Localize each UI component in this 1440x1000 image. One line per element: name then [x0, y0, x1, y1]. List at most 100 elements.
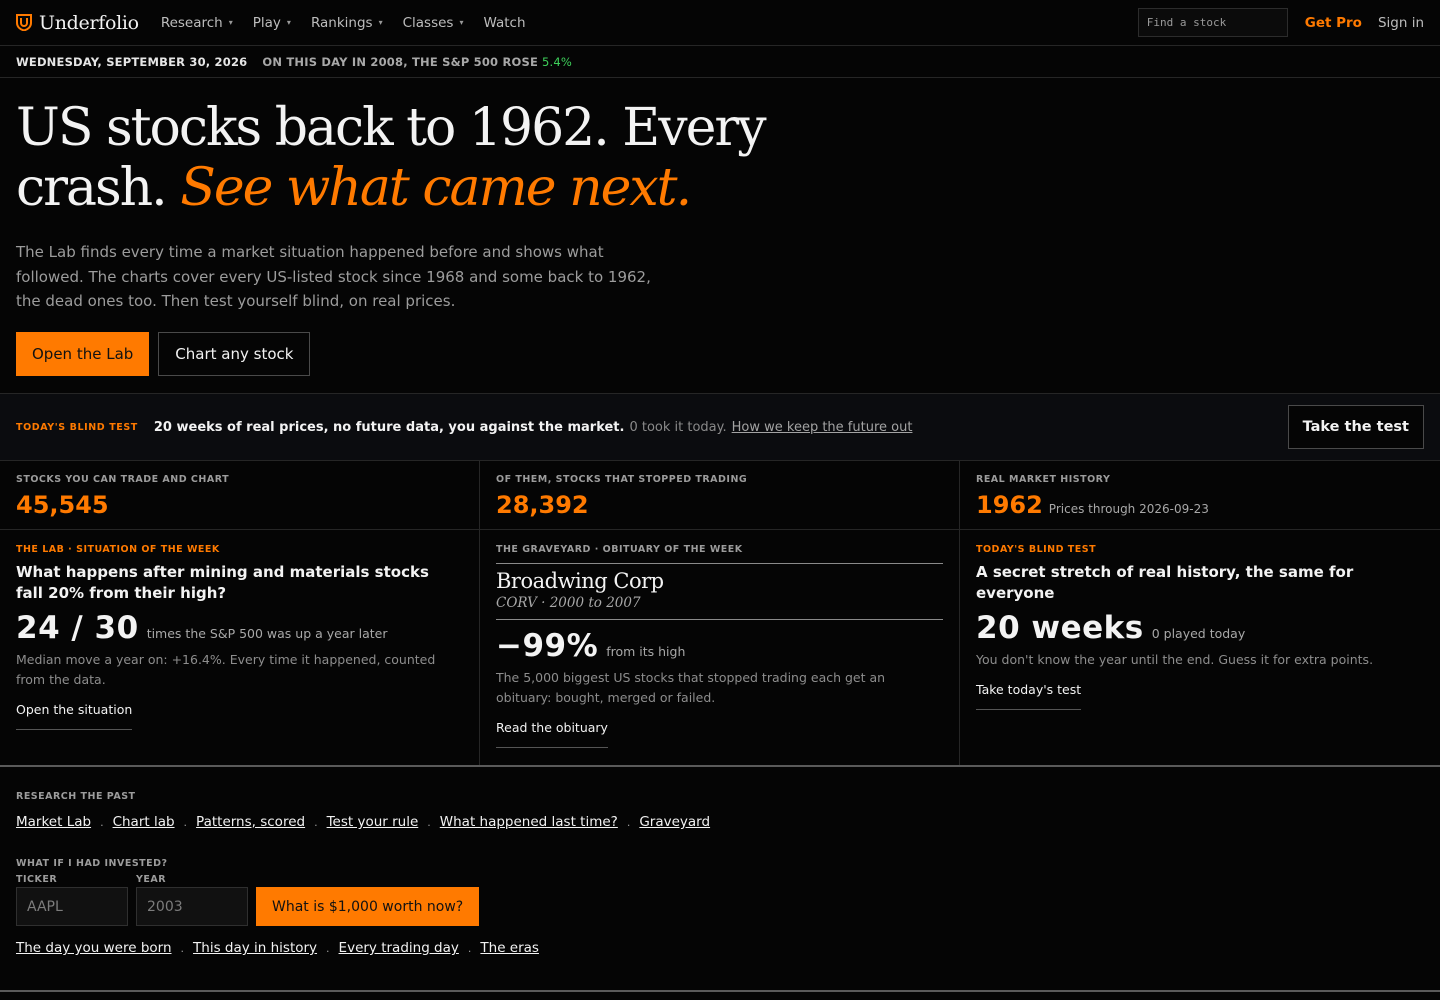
nav-actions: Get Pro Sign in: [1137, 8, 1424, 37]
shield-u-logo-icon: [16, 14, 32, 31]
this-day-in-history-link[interactable]: This day in history: [193, 940, 317, 956]
stat-label: STOCKS YOU CAN TRADE AND CHART: [16, 474, 230, 485]
feature-cards: THE LAB · SITUATION OF THE WEEK What hap…: [0, 530, 1440, 767]
year-input[interactable]: [136, 887, 248, 926]
main-menu: Research ▾ Play ▾ Rankings ▾ Classes ▾ Watch: [161, 15, 526, 31]
day-you-were-born-link[interactable]: The day you were born: [16, 940, 172, 956]
card-big-number: −99%: [496, 628, 599, 664]
separator: ·: [626, 818, 631, 832]
blind-test-bar: TODAY'S BLIND TEST 20 weeks of real pric…: [0, 394, 1440, 461]
nav-watch-label: Watch: [483, 14, 526, 31]
stat-subtext: Prices through 2026-09-23: [1048, 502, 1209, 516]
card-tag: THE GRAVEYARD · OBITUARY OF THE WEEK: [496, 544, 743, 555]
take-todays-test-link[interactable]: Take today's test: [976, 682, 1082, 710]
separator: ·: [427, 818, 431, 832]
headline-accent: See what came next.: [180, 158, 692, 218]
what-happened-last-time-link[interactable]: What happened last time?: [440, 814, 618, 830]
every-trading-day-link[interactable]: Every trading day: [339, 940, 459, 956]
separator: ·: [467, 944, 472, 958]
stat-label: OF THEM, STOCKS THAT STOPPED TRADING: [496, 474, 748, 485]
blind-test-tag: TODAY'S BLIND TEST: [16, 421, 138, 433]
chart-lab-link[interactable]: Chart lab: [113, 814, 175, 830]
caret-down-icon: ▾: [378, 18, 383, 27]
separator: ·: [180, 944, 185, 958]
the-eras-link[interactable]: The eras: [480, 940, 539, 956]
card-tag: TODAY'S BLIND TEST: [976, 544, 1097, 555]
open-lab-button[interactable]: Open the Lab: [16, 331, 150, 376]
hero-headline: US stocks back to 1962. Every crash. See…: [16, 98, 816, 218]
research-links: Market Lab · Chart lab · Patterns, score…: [16, 814, 1424, 832]
separator: ·: [183, 818, 188, 832]
card-big-subtext: 0 played today: [1151, 626, 1246, 641]
nav-research[interactable]: Research ▾: [161, 15, 233, 31]
brand-name: Underfolio: [39, 11, 139, 34]
get-pro-link[interactable]: Get Pro: [1305, 15, 1362, 31]
stock-search-input[interactable]: [1137, 8, 1288, 37]
invest-label: WHAT IF I HAD INVESTED?: [16, 858, 168, 869]
separator: ·: [326, 944, 330, 958]
obituary-ticker-years: CORV · 2000 to 2007: [496, 595, 641, 611]
open-situation-link[interactable]: Open the situation: [16, 702, 133, 730]
stat-tradeable-stocks: STOCKS YOU CAN TRADE AND CHART 45,545: [0, 461, 480, 529]
card-big-number: 20 weeks: [976, 610, 1144, 646]
blind-test-count: 0 took it today.: [629, 419, 727, 435]
nav-play-label: Play: [252, 14, 281, 31]
patterns-scored-link[interactable]: Patterns, scored: [196, 814, 305, 830]
obituary-company-name: Broadwing Corp: [496, 569, 664, 593]
card-description: You don't know the year until the end. G…: [976, 652, 1374, 667]
divider: [496, 563, 943, 564]
stat-value: 28,392: [496, 491, 589, 519]
stat-value: 45,545: [16, 491, 109, 519]
separator: ·: [100, 818, 104, 832]
card-tag: THE LAB · SITUATION OF THE WEEK: [16, 544, 220, 555]
blind-test-card: TODAY'S BLIND TEST A secret stretch of r…: [960, 530, 1440, 765]
nav-play[interactable]: Play ▾: [253, 15, 291, 31]
on-this-day-change: 5.4%: [542, 54, 573, 69]
nav-classes-label: Classes: [402, 14, 454, 31]
date-bar: WEDNESDAY, SEPTEMBER 30, 2026 ON THIS DA…: [0, 46, 1440, 78]
stat-value-row: 45,545: [16, 491, 463, 519]
invest-field-labels: TICKER YEAR: [16, 874, 1424, 885]
hero-lede: The Lab finds every time a market situat…: [16, 243, 651, 310]
card-big-subtext: times the S&P 500 was up a year later: [146, 626, 388, 641]
history-links: The day you were born · This day in hist…: [16, 940, 1424, 958]
lab-card: THE LAB · SITUATION OF THE WEEK What hap…: [0, 530, 480, 765]
stat-market-history: REAL MARKET HISTORY 1962 Prices through …: [960, 461, 1440, 529]
chart-any-stock-button[interactable]: Chart any stock: [158, 331, 311, 376]
current-date: WEDNESDAY, SEPTEMBER 30, 2026: [16, 54, 248, 69]
graveyard-link[interactable]: Graveyard: [639, 814, 710, 830]
ticker-label: TICKER: [16, 874, 58, 885]
graveyard-card: THE GRAVEYARD · OBITUARY OF THE WEEK Bro…: [480, 530, 960, 765]
stat-value: 1962: [976, 491, 1043, 519]
stat-value-row: 1962 Prices through 2026-09-23: [976, 491, 1424, 519]
future-out-link[interactable]: How we keep the future out: [732, 420, 913, 435]
read-obituary-link[interactable]: Read the obituary: [496, 720, 608, 748]
research-label: RESEARCH THE PAST: [16, 791, 136, 802]
market-lab-link[interactable]: Market Lab: [16, 814, 91, 830]
nav-classes[interactable]: Classes ▾: [403, 15, 464, 31]
card-big-row: −99% from its high: [496, 628, 943, 664]
stat-value-row: 28,392: [496, 491, 943, 519]
nav-rankings[interactable]: Rankings ▾: [311, 15, 383, 31]
nav-watch[interactable]: Watch: [483, 15, 525, 31]
stat-delisted-stocks: OF THEM, STOCKS THAT STOPPED TRADING 28,…: [480, 461, 960, 529]
card-description: The 5,000 biggest US stocks that stopped…: [496, 670, 886, 705]
stat-label: REAL MARKET HISTORY: [976, 474, 1111, 485]
brand-logo[interactable]: Underfolio: [16, 12, 139, 34]
take-test-button[interactable]: Take the test: [1287, 405, 1424, 449]
ticker-input[interactable]: [16, 887, 128, 926]
caret-down-icon: ▾: [228, 18, 233, 27]
caret-down-icon: ▾: [459, 18, 464, 27]
card-big-number: 24 / 30: [16, 610, 139, 646]
stats-row: STOCKS YOU CAN TRADE AND CHART 45,545 OF…: [0, 461, 1440, 530]
card-description: Median move a year on: +16.4%. Every tim…: [16, 652, 436, 687]
test-your-rule-link[interactable]: Test your rule: [327, 814, 419, 830]
nav-research-label: Research: [160, 14, 223, 31]
hero-section: US stocks back to 1962. Every crash. See…: [0, 78, 1440, 394]
divider: [496, 619, 943, 620]
top-nav: Underfolio Research ▾ Play ▾ Rankings ▾ Cla…: [0, 0, 1440, 46]
worth-now-button[interactable]: What is $1,000 worth now?: [256, 887, 480, 926]
invest-form: What is $1,000 worth now?: [16, 887, 1424, 926]
blind-test-summary: 20 weeks of real prices, no future data,…: [153, 419, 625, 435]
sign-in-link[interactable]: Sign in: [1378, 15, 1424, 31]
